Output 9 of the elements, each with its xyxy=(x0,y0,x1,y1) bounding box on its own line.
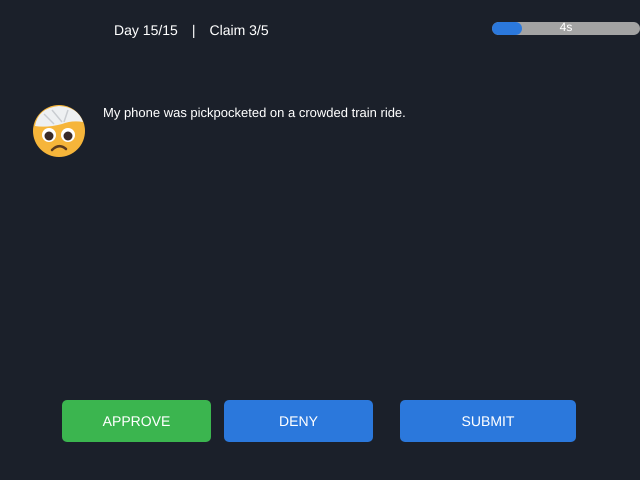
claim-text: My phone was pickpocketed on a crowded train ride. xyxy=(103,105,406,120)
submit-button[interactable]: SUBMIT xyxy=(400,400,576,442)
deny-button[interactable]: DENY xyxy=(224,400,373,442)
timer-reading: 4s xyxy=(558,22,574,34)
claim-counter: Claim 3/5 xyxy=(209,22,269,38)
approve-button[interactable]: APPROVE xyxy=(62,400,211,442)
day-counter: Day 15/15 xyxy=(114,22,178,38)
bandaged-face-icon xyxy=(32,104,86,158)
separator: | xyxy=(192,22,196,38)
